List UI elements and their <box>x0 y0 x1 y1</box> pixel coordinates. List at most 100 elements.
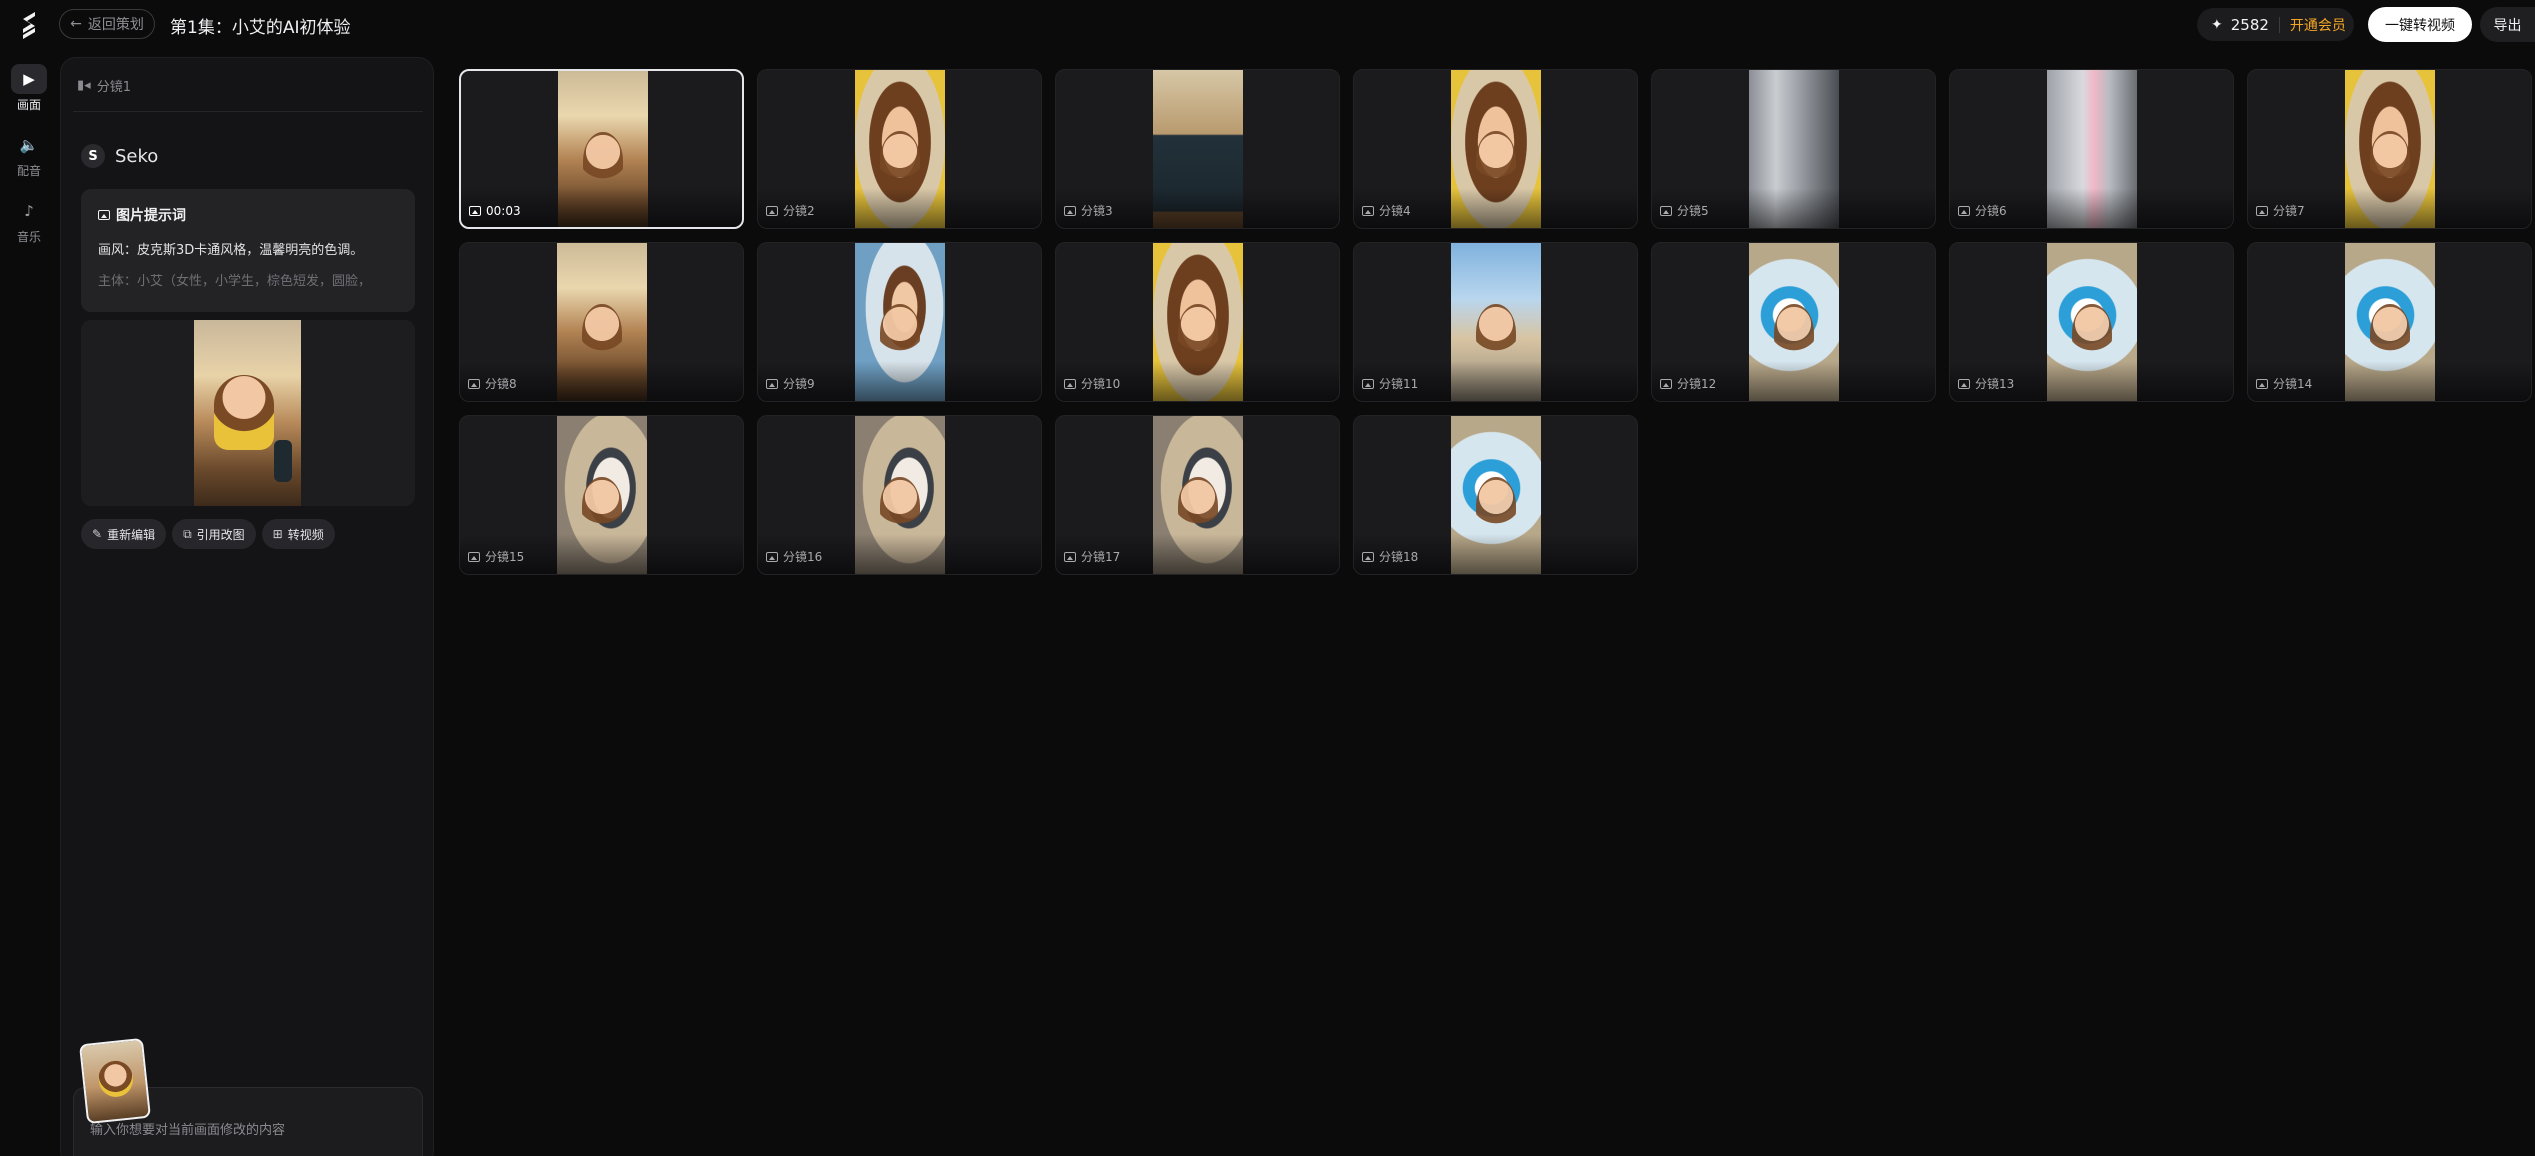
shot-label-text: 分镜3 <box>1081 204 1113 218</box>
storyboard-shot[interactable]: 分镜6 <box>1949 69 2234 229</box>
prompt-title: 图片提示词 <box>98 205 398 225</box>
storyboard-shot[interactable]: 分镜9 <box>757 242 1042 402</box>
storyboard-shot[interactable]: 分镜8 <box>459 242 744 402</box>
divider <box>73 111 423 112</box>
edit-prompt-input[interactable] <box>90 1118 410 1142</box>
shot-label: 分镜5 <box>1660 202 1709 219</box>
shot-label: 分镜2 <box>766 202 815 219</box>
shot-label: 分镜3 <box>1064 202 1113 219</box>
shot-label-text: 分镜10 <box>1081 377 1121 391</box>
image-icon <box>766 205 778 216</box>
speaker-icon: 🔈 <box>19 136 39 154</box>
storyboard-shot[interactable]: 分镜14 <box>2247 242 2532 402</box>
export-button[interactable]: 导出 <box>2480 7 2535 42</box>
image-icon <box>468 378 480 389</box>
credits-count: 2582 <box>2230 15 2269 34</box>
arrow-left-icon: ← <box>70 16 82 32</box>
image-icon <box>1660 205 1672 216</box>
image-icon <box>1064 551 1076 562</box>
vip-link[interactable]: 开通会员 <box>2290 15 2346 35</box>
re-edit-button[interactable]: ✎ 重新编辑 <box>81 519 167 549</box>
attached-image-thumbnail[interactable] <box>78 1037 152 1125</box>
shot-label: 分镜8 <box>468 375 517 392</box>
storyboard-shot[interactable]: 00:03 <box>459 69 744 229</box>
shot-label: 分镜1 <box>96 80 131 95</box>
shot-label-text: 分镜9 <box>783 377 815 391</box>
shot-label-text: 分镜18 <box>1379 550 1419 564</box>
shot-label: 分镜7 <box>2256 202 2305 219</box>
convert-to-video-button[interactable]: 一键转视频 <box>2368 7 2472 42</box>
storyboard-shot[interactable]: 分镜2 <box>757 69 1042 229</box>
rail-label: 画面 <box>16 98 41 112</box>
shot-label: 分镜6 <box>1958 202 2007 219</box>
image-icon <box>468 551 480 562</box>
storyboard-shot[interactable]: 分镜17 <box>1055 415 1340 575</box>
storyboard-shot[interactable]: 分镜7 <box>2247 69 2532 229</box>
rail-item-voice[interactable]: 🔈 配音 <box>0 130 58 179</box>
to-video-button[interactable]: ⊞ 转视频 <box>261 519 335 549</box>
rail-label: 配音 <box>16 164 41 178</box>
shot-label-text: 分镜2 <box>783 204 815 218</box>
image-icon <box>2256 378 2268 389</box>
image-icon <box>766 378 778 389</box>
shot-label: 分镜12 <box>1660 375 1716 392</box>
prompt-title-text: 图片提示词 <box>116 208 186 224</box>
storyboard-shot[interactable]: 分镜5 <box>1651 69 1936 229</box>
storyboard-shot[interactable]: 分镜12 <box>1651 242 1936 402</box>
play-icon: ▶ <box>11 64 47 94</box>
image-icon <box>2256 205 2268 216</box>
seko-avatar-icon: S <box>81 144 105 168</box>
image-quote-icon: ⧉ <box>183 526 192 541</box>
storyboard-shot[interactable]: 分镜16 <box>757 415 1042 575</box>
back-to-planning-button[interactable]: ← 返回策划 <box>59 9 155 39</box>
storyboard-shot[interactable]: 分镜4 <box>1353 69 1638 229</box>
sparkle-icon: ✦ <box>2211 16 2223 33</box>
shot-label-text: 分镜14 <box>2273 377 2313 391</box>
shot-label-text: 分镜5 <box>1677 204 1709 218</box>
shot-label: 00:03 <box>469 204 521 218</box>
shot-label-text: 分镜11 <box>1379 377 1419 391</box>
reference-edit-button[interactable]: ⧉ 引用改图 <box>172 519 256 549</box>
back-label: 返回策划 <box>87 17 144 33</box>
agent-header: S Seko <box>81 144 158 168</box>
shot-label-text: 分镜6 <box>1975 204 2007 218</box>
storyboard-shot[interactable]: 分镜15 <box>459 415 744 575</box>
top-bar: ← 返回策划 第1集：小艾的AI初体验 ✦ 2582 开通会员 一键转视频 导出 <box>0 0 2535 50</box>
shot-label: 分镜15 <box>468 548 524 565</box>
shot-label: 分镜14 <box>2256 375 2312 392</box>
rail-item-music[interactable]: ♪ 音乐 <box>0 196 58 245</box>
image-icon <box>1362 551 1374 562</box>
rail-item-picture[interactable]: ▶ 画面 <box>0 64 58 113</box>
shot-label-text: 分镜8 <box>485 377 517 391</box>
image-icon <box>766 551 778 562</box>
shot-label-text: 分镜17 <box>1081 550 1121 564</box>
video-add-icon: ⊞ <box>272 527 283 541</box>
panel-header: ▮◂ 分镜1 <box>77 76 131 95</box>
divider <box>2278 16 2280 33</box>
storyboard-shot[interactable]: 分镜18 <box>1353 415 1638 575</box>
storyboard-shot[interactable]: 分镜13 <box>1949 242 2234 402</box>
shot-label: 分镜13 <box>1958 375 2014 392</box>
image-icon <box>1362 205 1374 216</box>
prompt-style-line: 画风：皮克斯3D卡通风格，温馨明亮的色调。 <box>98 243 364 258</box>
storyboard-shot[interactable]: 分镜11 <box>1353 242 1638 402</box>
image-icon <box>1362 378 1374 389</box>
seko-logo-icon[interactable] <box>17 9 41 43</box>
storyboard-shot[interactable]: 分镜10 <box>1055 242 1340 402</box>
shot-label-text: 分镜4 <box>1379 204 1411 218</box>
action-label: 转视频 <box>287 527 324 542</box>
agent-name: Seko <box>115 145 159 167</box>
image-icon <box>1064 205 1076 216</box>
shot-preview[interactable] <box>81 320 415 506</box>
shot-label-text: 分镜7 <box>2273 204 2305 218</box>
shot-label-text: 分镜13 <box>1975 377 2015 391</box>
image-icon <box>98 210 110 220</box>
shot-label: 分镜17 <box>1064 548 1120 565</box>
music-icon: ♪ <box>24 202 34 220</box>
video-camera-icon: ▮◂ <box>77 78 91 93</box>
shot-label-text: 00:03 <box>486 204 521 218</box>
shot-label: 分镜10 <box>1064 375 1120 392</box>
image-prompt-card[interactable]: 图片提示词 画风：皮克斯3D卡通风格，温馨明亮的色调。 主体：小艾（女性，小学生… <box>81 189 415 312</box>
storyboard-shot[interactable]: 分镜3 <box>1055 69 1340 229</box>
character-face <box>96 1059 135 1099</box>
